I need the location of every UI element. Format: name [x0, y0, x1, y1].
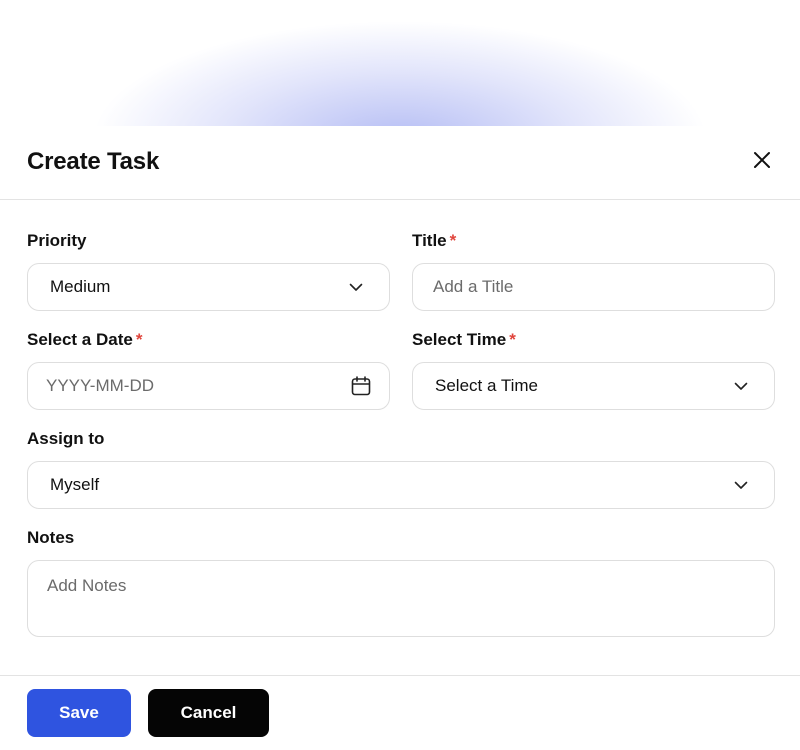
close-button[interactable]	[748, 146, 776, 174]
notes-textarea[interactable]: Add Notes	[27, 560, 775, 637]
calendar-icon[interactable]	[350, 375, 372, 397]
notes-label: Notes	[27, 528, 74, 548]
required-mark: *	[509, 330, 516, 349]
dialog-title: Create Task	[27, 148, 160, 175]
title-input[interactable]: Add a Title	[412, 263, 775, 311]
time-select[interactable]: Select a Time	[412, 362, 775, 410]
chevron-down-icon	[734, 379, 748, 393]
assign-value: Myself	[50, 475, 100, 494]
cancel-button[interactable]: Cancel	[148, 689, 269, 737]
notes-placeholder: Add Notes	[47, 576, 127, 595]
title-placeholder: Add a Title	[433, 277, 514, 296]
decorative-glow	[60, 0, 740, 126]
date-placeholder: YYYY-MM-DD	[46, 376, 154, 395]
time-label-text: Select Time	[412, 330, 507, 349]
priority-select[interactable]: Medium	[27, 263, 390, 311]
assign-label: Assign to	[27, 429, 104, 449]
title-label: Title *	[412, 231, 456, 251]
save-button[interactable]: Save	[27, 689, 131, 737]
required-mark: *	[135, 330, 143, 349]
time-value: Select a Time	[435, 376, 538, 395]
create-task-dialog: Create Task Priority Medium Title * Add a…	[0, 126, 800, 750]
title-label-text: Title	[412, 231, 447, 250]
dialog-header: Create Task	[0, 126, 800, 200]
assign-select[interactable]: Myself	[27, 461, 775, 509]
close-icon	[754, 152, 770, 168]
assign-label-text: Assign to	[27, 429, 105, 448]
priority-value: Medium	[50, 277, 111, 296]
task-form: Priority Medium Title * Add a Title Selec…	[0, 200, 800, 675]
dialog-footer: Save Cancel	[0, 675, 800, 750]
chevron-down-icon	[734, 478, 748, 492]
priority-label-text: Priority	[27, 231, 87, 250]
priority-label: Priority	[27, 231, 87, 251]
date-input[interactable]: YYYY-MM-DD	[27, 362, 390, 410]
time-label: Select Time *	[412, 330, 516, 350]
date-label: Select a Date *	[27, 330, 142, 350]
chevron-down-icon	[349, 280, 363, 294]
date-label-text: Select a Date	[27, 330, 133, 349]
notes-label-text: Notes	[27, 528, 75, 547]
required-mark: *	[449, 231, 457, 250]
